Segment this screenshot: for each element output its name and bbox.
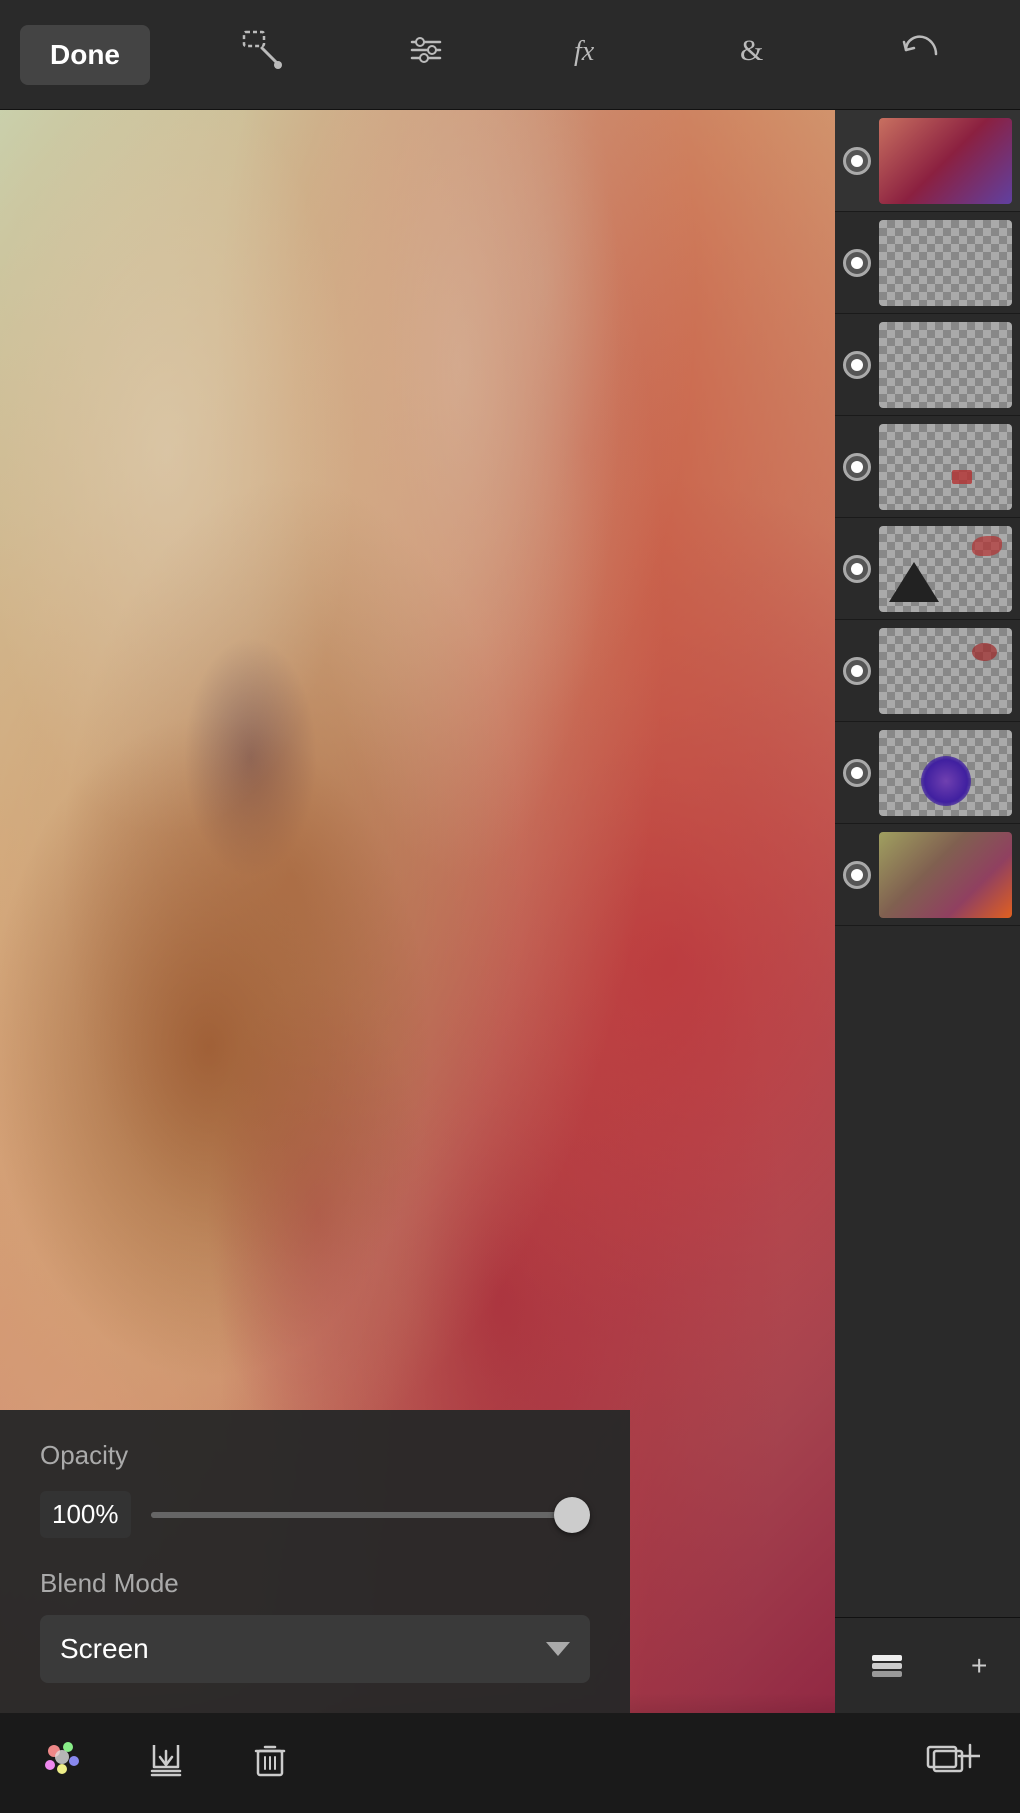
- bottom-bar-right: [926, 1737, 980, 1789]
- toolbar-icons: fx &: [180, 18, 1000, 91]
- layer-thumbnail: [879, 832, 1012, 918]
- layer-item[interactable]: [835, 110, 1020, 212]
- transparent-bg: [879, 220, 1012, 306]
- trash-icon[interactable]: [248, 1737, 292, 1789]
- svg-text:&: &: [740, 34, 763, 67]
- layer-flower: [921, 756, 971, 806]
- opacity-row: 100%: [40, 1491, 590, 1538]
- download-layers-icon[interactable]: [144, 1737, 188, 1789]
- effects-icon[interactable]: fx: [558, 18, 622, 91]
- layer-radio[interactable]: [843, 453, 871, 481]
- layer-thumbnail: [879, 628, 1012, 714]
- layer-triangle: [889, 562, 939, 602]
- layer-item[interactable]: [835, 416, 1020, 518]
- layers-sidebar: [835, 110, 1020, 1813]
- layer-radio[interactable]: [843, 249, 871, 277]
- layer-item[interactable]: [835, 518, 1020, 620]
- blend-icon[interactable]: &: [722, 18, 786, 91]
- adjustments-icon[interactable]: [394, 18, 458, 91]
- layer-controls: +: [835, 1617, 1020, 1713]
- done-button[interactable]: Done: [20, 25, 150, 85]
- layer-thumbnail: [879, 424, 1012, 510]
- chevron-down-icon: [546, 1642, 570, 1656]
- blend-mode-value: Screen: [60, 1633, 149, 1665]
- bottom-bar-left: [40, 1737, 292, 1789]
- transparent-bg: [879, 628, 1012, 714]
- opacity-slider-fill: [151, 1512, 577, 1518]
- layer-item[interactable]: [835, 722, 1020, 824]
- layer-item[interactable]: [835, 620, 1020, 722]
- layer-item[interactable]: [835, 212, 1020, 314]
- main-area: Opacity 100% Blend Mode Screen: [0, 110, 1020, 1813]
- opacity-slider-thumb[interactable]: [554, 1497, 590, 1533]
- layer-radio[interactable]: [843, 759, 871, 787]
- layer-splash: [972, 536, 1002, 556]
- toolbar: Done fx: [0, 0, 1020, 110]
- opacity-blend-panel: Opacity 100% Blend Mode Screen: [0, 1410, 630, 1713]
- blend-mode-dropdown[interactable]: Screen: [40, 1615, 590, 1683]
- add-layer-bottom-icon[interactable]: [926, 1737, 980, 1789]
- layers-panel-button[interactable]: [868, 1647, 906, 1685]
- opacity-value: 100%: [40, 1491, 131, 1538]
- layer-item[interactable]: [835, 824, 1020, 926]
- opacity-label: Opacity: [40, 1440, 590, 1471]
- layer-content-mark: [952, 470, 972, 484]
- selection-tool-icon[interactable]: [230, 18, 294, 91]
- blend-mode-label: Blend Mode: [40, 1568, 590, 1599]
- layer-thumbnail: [879, 322, 1012, 408]
- paint-icon[interactable]: [40, 1737, 84, 1789]
- layer-radio[interactable]: [843, 861, 871, 889]
- layer-splatter: [972, 643, 997, 661]
- layer-radio[interactable]: [843, 351, 871, 379]
- layer-thumbnail: [879, 118, 1012, 204]
- layer-radio[interactable]: [843, 657, 871, 685]
- undo-icon[interactable]: [886, 18, 950, 91]
- layer-thumbnail: [879, 526, 1012, 612]
- bottom-bar: [0, 1713, 1020, 1813]
- layer-item[interactable]: [835, 314, 1020, 416]
- transparent-bg: [879, 322, 1012, 408]
- add-layer-button[interactable]: +: [971, 1650, 987, 1682]
- transparent-bg: [879, 424, 1012, 510]
- layer-thumbnail: [879, 730, 1012, 816]
- opacity-slider[interactable]: [151, 1512, 591, 1518]
- canvas-area[interactable]: Opacity 100% Blend Mode Screen: [0, 110, 835, 1813]
- layer-radio[interactable]: [843, 147, 871, 175]
- svg-text:fx: fx: [574, 36, 595, 67]
- layer-radio[interactable]: [843, 555, 871, 583]
- layer-thumbnail: [879, 220, 1012, 306]
